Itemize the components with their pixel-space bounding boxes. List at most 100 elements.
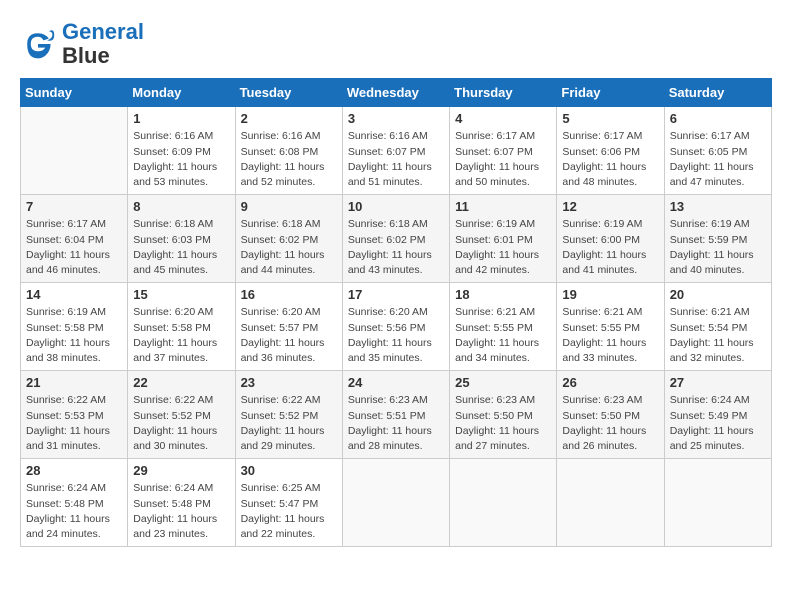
- day-header-tuesday: Tuesday: [235, 79, 342, 107]
- day-number: 12: [562, 199, 658, 214]
- day-cell: 17 Sunrise: 6:20 AMSunset: 5:56 PMDayligh…: [342, 283, 449, 371]
- day-cell: 20 Sunrise: 6:21 AMSunset: 5:54 PMDayligh…: [664, 283, 771, 371]
- day-cell: 4 Sunrise: 6:17 AMSunset: 6:07 PMDaylight…: [450, 107, 557, 195]
- day-cell: 7 Sunrise: 6:17 AMSunset: 6:04 PMDaylight…: [21, 195, 128, 283]
- day-cell: [557, 459, 664, 547]
- day-info: Sunrise: 6:17 AMSunset: 6:07 PMDaylight:…: [455, 129, 551, 190]
- day-info: Sunrise: 6:19 AMSunset: 5:59 PMDaylight:…: [670, 217, 766, 278]
- day-info: Sunrise: 6:18 AMSunset: 6:02 PMDaylight:…: [348, 217, 444, 278]
- day-number: 29: [133, 463, 229, 478]
- logo-text: GeneralBlue: [62, 20, 144, 68]
- day-info: Sunrise: 6:22 AMSunset: 5:52 PMDaylight:…: [241, 393, 337, 454]
- week-row-5: 28 Sunrise: 6:24 AMSunset: 5:48 PMDayligh…: [21, 459, 772, 547]
- day-info: Sunrise: 6:17 AMSunset: 6:05 PMDaylight:…: [670, 129, 766, 190]
- day-number: 30: [241, 463, 337, 478]
- day-info: Sunrise: 6:16 AMSunset: 6:09 PMDaylight:…: [133, 129, 229, 190]
- day-cell: 22 Sunrise: 6:22 AMSunset: 5:52 PMDayligh…: [128, 371, 235, 459]
- day-header-sunday: Sunday: [21, 79, 128, 107]
- day-number: 20: [670, 287, 766, 302]
- day-number: 5: [562, 111, 658, 126]
- day-cell: 18 Sunrise: 6:21 AMSunset: 5:55 PMDayligh…: [450, 283, 557, 371]
- day-number: 14: [26, 287, 122, 302]
- day-info: Sunrise: 6:19 AMSunset: 6:00 PMDaylight:…: [562, 217, 658, 278]
- day-cell: 5 Sunrise: 6:17 AMSunset: 6:06 PMDaylight…: [557, 107, 664, 195]
- day-number: 21: [26, 375, 122, 390]
- day-cell: 11 Sunrise: 6:19 AMSunset: 6:01 PMDayligh…: [450, 195, 557, 283]
- day-number: 10: [348, 199, 444, 214]
- day-cell: 16 Sunrise: 6:20 AMSunset: 5:57 PMDayligh…: [235, 283, 342, 371]
- day-cell: 10 Sunrise: 6:18 AMSunset: 6:02 PMDayligh…: [342, 195, 449, 283]
- day-info: Sunrise: 6:25 AMSunset: 5:47 PMDaylight:…: [241, 481, 337, 542]
- day-header-monday: Monday: [128, 79, 235, 107]
- week-row-4: 21 Sunrise: 6:22 AMSunset: 5:53 PMDayligh…: [21, 371, 772, 459]
- day-info: Sunrise: 6:17 AMSunset: 6:04 PMDaylight:…: [26, 217, 122, 278]
- week-row-2: 7 Sunrise: 6:17 AMSunset: 6:04 PMDaylight…: [21, 195, 772, 283]
- day-number: 7: [26, 199, 122, 214]
- day-number: 27: [670, 375, 766, 390]
- day-number: 22: [133, 375, 229, 390]
- day-header-saturday: Saturday: [664, 79, 771, 107]
- day-info: Sunrise: 6:24 AMSunset: 5:48 PMDaylight:…: [26, 481, 122, 542]
- day-number: 17: [348, 287, 444, 302]
- day-number: 15: [133, 287, 229, 302]
- day-cell: 6Sunrise: 6:17 AMSunset: 6:05 PMDaylight…: [664, 107, 771, 195]
- day-info: Sunrise: 6:23 AMSunset: 5:50 PMDaylight:…: [455, 393, 551, 454]
- day-info: Sunrise: 6:23 AMSunset: 5:50 PMDaylight:…: [562, 393, 658, 454]
- day-info: Sunrise: 6:18 AMSunset: 6:03 PMDaylight:…: [133, 217, 229, 278]
- week-row-1: 1 Sunrise: 6:16 AMSunset: 6:09 PMDaylight…: [21, 107, 772, 195]
- day-number: 23: [241, 375, 337, 390]
- day-cell: [450, 459, 557, 547]
- day-info: Sunrise: 6:16 AMSunset: 6:08 PMDaylight:…: [241, 129, 337, 190]
- day-cell: 12 Sunrise: 6:19 AMSunset: 6:00 PMDayligh…: [557, 195, 664, 283]
- day-info: Sunrise: 6:22 AMSunset: 5:52 PMDaylight:…: [133, 393, 229, 454]
- day-info: Sunrise: 6:21 AMSunset: 5:55 PMDaylight:…: [455, 305, 551, 366]
- day-info: Sunrise: 6:20 AMSunset: 5:57 PMDaylight:…: [241, 305, 337, 366]
- day-number: 11: [455, 199, 551, 214]
- day-cell: [664, 459, 771, 547]
- logo: GeneralBlue: [20, 20, 144, 68]
- day-number: 25: [455, 375, 551, 390]
- day-cell: 1 Sunrise: 6:16 AMSunset: 6:09 PMDaylight…: [128, 107, 235, 195]
- day-cell: 9 Sunrise: 6:18 AMSunset: 6:02 PMDaylight…: [235, 195, 342, 283]
- day-cell: 27Sunrise: 6:24 AMSunset: 5:49 PMDayligh…: [664, 371, 771, 459]
- day-number: 1: [133, 111, 229, 126]
- day-number: 18: [455, 287, 551, 302]
- day-number: 2: [241, 111, 337, 126]
- day-cell: 24 Sunrise: 6:23 AMSunset: 5:51 PMDayligh…: [342, 371, 449, 459]
- day-info: Sunrise: 6:20 AMSunset: 5:58 PMDaylight:…: [133, 305, 229, 366]
- day-number: 28: [26, 463, 122, 478]
- day-cell: 2 Sunrise: 6:16 AMSunset: 6:08 PMDaylight…: [235, 107, 342, 195]
- day-info: Sunrise: 6:19 AMSunset: 6:01 PMDaylight:…: [455, 217, 551, 278]
- day-info: Sunrise: 6:18 AMSunset: 6:02 PMDaylight:…: [241, 217, 337, 278]
- day-cell: [21, 107, 128, 195]
- day-cell: 3 Sunrise: 6:16 AMSunset: 6:07 PMDaylight…: [342, 107, 449, 195]
- day-info: Sunrise: 6:16 AMSunset: 6:07 PMDaylight:…: [348, 129, 444, 190]
- day-cell: 26Sunrise: 6:23 AMSunset: 5:50 PMDayligh…: [557, 371, 664, 459]
- day-number: 13: [670, 199, 766, 214]
- day-number: 9: [241, 199, 337, 214]
- day-cell: 8 Sunrise: 6:18 AMSunset: 6:03 PMDaylight…: [128, 195, 235, 283]
- day-info: Sunrise: 6:21 AMSunset: 5:54 PMDaylight:…: [670, 305, 766, 366]
- day-cell: [342, 459, 449, 547]
- day-header-friday: Friday: [557, 79, 664, 107]
- day-info: Sunrise: 6:20 AMSunset: 5:56 PMDaylight:…: [348, 305, 444, 366]
- day-cell: 15 Sunrise: 6:20 AMSunset: 5:58 PMDayligh…: [128, 283, 235, 371]
- day-info: Sunrise: 6:22 AMSunset: 5:53 PMDaylight:…: [26, 393, 122, 454]
- calendar-header-row: SundayMondayTuesdayWednesdayThursdayFrid…: [21, 79, 772, 107]
- day-cell: 30 Sunrise: 6:25 AMSunset: 5:47 PMDayligh…: [235, 459, 342, 547]
- day-info: Sunrise: 6:19 AMSunset: 5:58 PMDaylight:…: [26, 305, 122, 366]
- day-cell: 19Sunrise: 6:21 AMSunset: 5:55 PMDayligh…: [557, 283, 664, 371]
- day-info: Sunrise: 6:17 AMSunset: 6:06 PMDaylight:…: [562, 129, 658, 190]
- day-number: 16: [241, 287, 337, 302]
- page-header: GeneralBlue: [20, 20, 772, 68]
- day-info: Sunrise: 6:23 AMSunset: 5:51 PMDaylight:…: [348, 393, 444, 454]
- day-number: 4: [455, 111, 551, 126]
- day-number: 3: [348, 111, 444, 126]
- day-header-wednesday: Wednesday: [342, 79, 449, 107]
- logo-icon: [20, 26, 56, 62]
- week-row-3: 14 Sunrise: 6:19 AMSunset: 5:58 PMDayligh…: [21, 283, 772, 371]
- day-number: 24: [348, 375, 444, 390]
- day-cell: 28 Sunrise: 6:24 AMSunset: 5:48 PMDayligh…: [21, 459, 128, 547]
- day-number: 8: [133, 199, 229, 214]
- day-info: Sunrise: 6:21 AMSunset: 5:55 PMDaylight:…: [562, 305, 658, 366]
